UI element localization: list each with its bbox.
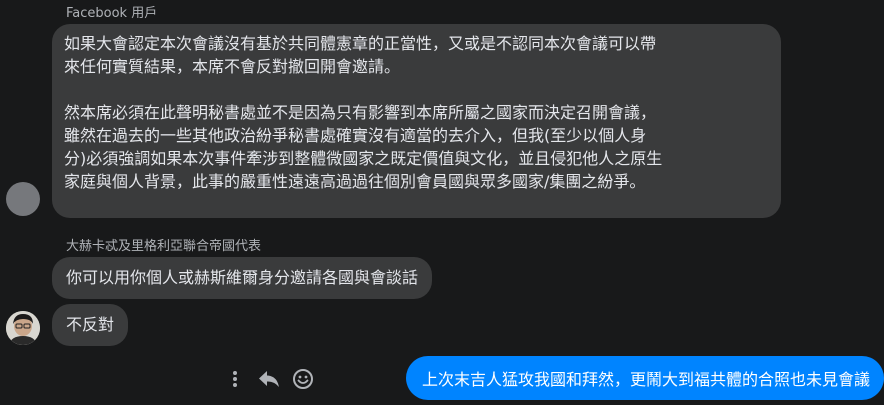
reply-icon[interactable] bbox=[256, 366, 282, 392]
avatar-photo-icon bbox=[6, 311, 40, 345]
message-paragraph: 然本席必須在此聲明秘書處並不是因為只有影響到本席所屬之國家而決定召開會議， 雖然… bbox=[64, 103, 663, 191]
emoji-icon[interactable] bbox=[290, 366, 316, 392]
more-icon[interactable] bbox=[222, 366, 248, 392]
message-bubble[interactable]: 如果大會認定本次會議沒有基於共同體憲章的正當性，又或是不認同本次會議可以帶 來任… bbox=[52, 24, 781, 218]
avatar[interactable] bbox=[6, 311, 40, 345]
avatar[interactable] bbox=[6, 182, 40, 216]
message-bubble[interactable]: 不反對 bbox=[52, 304, 129, 346]
sender-name: Facebook 用戶 bbox=[66, 6, 158, 21]
message-text: 不反對 bbox=[66, 315, 115, 334]
message-text: 你可以用你個人或赫斯維爾身分邀請各國與會談話 bbox=[66, 268, 419, 287]
message-bubble[interactable]: 你可以用你個人或赫斯維爾身分邀請各國與會談話 bbox=[52, 257, 433, 299]
message-paragraph: 如果大會認定本次會議沒有基於共同體憲章的正當性，又或是不認同本次會議可以帶 來任… bbox=[64, 34, 657, 76]
sender-name: 大赫卡忒及里格利亞聯合帝國代表 bbox=[66, 239, 262, 254]
message-text: 上次末吉人猛攻我國和拜然，更鬧大到福共體的合照也未見會議 bbox=[421, 370, 870, 389]
outgoing-message-bubble[interactable]: 上次末吉人猛攻我國和拜然，更鬧大到福共體的合照也未見會議 bbox=[405, 356, 884, 400]
